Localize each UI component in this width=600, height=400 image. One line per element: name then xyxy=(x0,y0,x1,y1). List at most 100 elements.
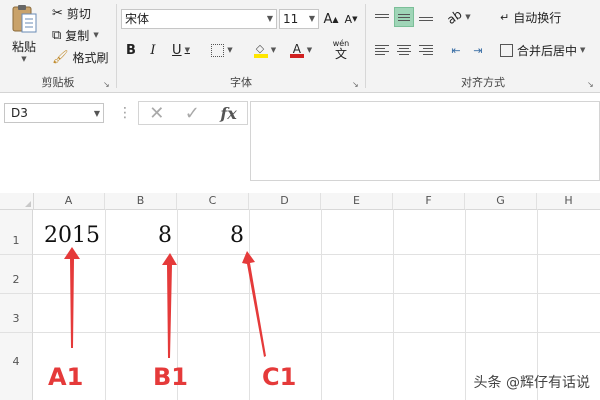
alignment-group-label: 对齐方式 xyxy=(461,76,505,89)
column-header[interactable]: E xyxy=(321,193,393,209)
align-right-button[interactable] xyxy=(416,40,436,60)
underline-button[interactable]: U ▼ xyxy=(167,40,195,60)
font-group-label: 字体 xyxy=(230,76,252,89)
font-size-select[interactable]: 11 ▼ xyxy=(279,9,319,29)
align-top-button[interactable] xyxy=(372,7,392,27)
column-gridline xyxy=(321,209,322,400)
chevron-down-icon: ▼ xyxy=(266,14,273,23)
select-all-button[interactable] xyxy=(0,193,34,209)
cancel-icon[interactable]: ✕ xyxy=(149,103,164,124)
annotation-label-b1: B1 xyxy=(153,363,188,391)
bold-icon: B xyxy=(126,42,136,58)
row-gridline xyxy=(33,293,600,294)
copy-button[interactable]: ⧉ 复制 ▼ xyxy=(52,25,99,45)
column-header-row: A B C D E F G H xyxy=(0,193,600,210)
phonetic-guide-button[interactable]: wén 文 xyxy=(327,36,355,64)
column-gridline xyxy=(393,209,394,400)
column-header[interactable]: G xyxy=(465,193,537,209)
font-name-value: 宋体 xyxy=(125,12,150,26)
alignment-launcher-icon[interactable]: ↘ xyxy=(587,80,596,89)
wrap-text-icon: ↵ xyxy=(500,10,510,24)
cell-a1[interactable]: 2015 xyxy=(44,223,100,248)
clipboard-icon xyxy=(10,4,38,34)
name-box-value: D3 xyxy=(11,106,28,120)
fill-color-button[interactable]: ◇ ▼ xyxy=(249,40,281,60)
formula-bar: D3 ▼ ⋮ ✕ ✓ fx xyxy=(0,93,600,193)
merge-cells-icon xyxy=(500,43,513,57)
cell-c1[interactable]: 8 xyxy=(230,223,244,248)
increase-indent-button[interactable]: ⇥ xyxy=(468,40,488,60)
orientation-button[interactable]: ab ▼ xyxy=(444,6,472,28)
copy-label: 复制 xyxy=(65,28,90,43)
copy-icon: ⧉ xyxy=(52,27,62,43)
row-header[interactable]: 3 xyxy=(0,294,33,333)
format-painter-button[interactable]: 🖌 格式刷 xyxy=(52,47,109,67)
increase-indent-icon: ⇥ xyxy=(473,43,483,57)
splitter-grip-icon[interactable]: ⋮ xyxy=(118,105,132,121)
row-gridline xyxy=(33,254,600,255)
decrease-indent-icon: ⇤ xyxy=(451,43,461,57)
italic-button[interactable]: I xyxy=(145,40,161,60)
chevron-down-icon: ▼ xyxy=(308,14,315,23)
underline-icon: U xyxy=(172,42,182,58)
column-header[interactable]: H xyxy=(537,193,600,209)
font-color-button[interactable]: A ▼ xyxy=(285,40,317,60)
row-header[interactable]: 4 xyxy=(0,333,33,400)
clipboard-group: 粘贴 ▼ ✂ 剪切 ⧉ 复制 ▼ 🖌 格式刷 剪贴板 ↘ xyxy=(0,0,116,92)
font-name-select[interactable]: 宋体 ▼ xyxy=(121,9,277,29)
row-header[interactable]: 1 xyxy=(0,210,33,255)
grow-font-button[interactable]: A ▲ xyxy=(323,9,339,29)
formula-input[interactable] xyxy=(250,101,600,181)
column-gridline xyxy=(465,209,466,400)
alignment-group: ab ▼ ↵ 自动换行 ⇤ ⇥ 合并后居中 ▼ 对齐方式 ↘ xyxy=(366,0,600,92)
orientation-icon: ab xyxy=(444,6,465,28)
name-box[interactable]: D3 ▼ xyxy=(4,103,104,123)
align-center-button[interactable] xyxy=(394,40,414,60)
font-color-icon: A xyxy=(289,42,304,58)
confirm-icon[interactable]: ✓ xyxy=(185,103,200,124)
insert-function-icon[interactable]: fx xyxy=(220,104,236,123)
ribbon: 粘贴 ▼ ✂ 剪切 ⧉ 复制 ▼ 🖌 格式刷 剪贴板 ↘ 宋体 ▼ 11 ▼ A xyxy=(0,0,600,93)
shrink-font-button[interactable]: A ▼ xyxy=(343,9,359,29)
cut-button[interactable]: ✂ 剪切 xyxy=(52,3,91,23)
formula-buttons: ✕ ✓ fx xyxy=(138,101,248,125)
font-launcher-icon[interactable]: ↘ xyxy=(352,80,361,89)
column-header[interactable]: C xyxy=(177,193,249,209)
align-middle-button[interactable] xyxy=(394,7,414,27)
cut-label: 剪切 xyxy=(66,6,91,21)
clipboard-launcher-icon[interactable]: ↘ xyxy=(103,80,112,89)
arrow-b1-icon xyxy=(162,253,177,358)
column-header[interactable]: B xyxy=(105,193,177,209)
bold-button[interactable]: B xyxy=(123,40,139,60)
paste-button[interactable]: 粘贴 ▼ xyxy=(6,4,42,63)
align-bottom-button[interactable] xyxy=(416,7,436,27)
clipboard-group-label: 剪贴板 xyxy=(41,76,75,89)
row-gridline xyxy=(33,332,600,333)
wrap-text-button[interactable]: ↵ 自动换行 xyxy=(500,7,580,27)
merge-center-button[interactable]: 合并后居中 ▼ xyxy=(500,40,596,60)
column-header[interactable]: A xyxy=(33,193,105,209)
annotation-label-a1: A1 xyxy=(48,363,84,391)
column-header[interactable]: D xyxy=(249,193,321,209)
annotation-label-c1: C1 xyxy=(262,363,297,391)
cell-b1[interactable]: 8 xyxy=(158,223,172,248)
decrease-indent-button[interactable]: ⇤ xyxy=(446,40,466,60)
wrap-text-label: 自动换行 xyxy=(513,10,562,25)
paste-dropdown-icon[interactable]: ▼ xyxy=(6,55,42,63)
chevron-down-icon: ▼ xyxy=(93,109,100,118)
fill-bucket-icon: ◇ xyxy=(253,42,268,58)
column-header[interactable]: F xyxy=(393,193,465,209)
borders-button[interactable]: ▼ xyxy=(207,40,237,60)
paste-label: 粘贴 xyxy=(11,40,36,54)
scissors-icon: ✂ xyxy=(52,5,63,21)
row-header[interactable]: 2 xyxy=(0,255,33,294)
italic-icon: I xyxy=(150,42,156,58)
shrink-font-icon: A xyxy=(344,12,353,26)
arrow-c1-icon xyxy=(242,251,266,357)
align-left-button[interactable] xyxy=(372,40,392,60)
watermark: 头条 @辉仔有话说 xyxy=(473,375,590,391)
font-size-value: 11 xyxy=(283,12,299,26)
copy-dropdown-icon[interactable]: ▼ xyxy=(93,31,98,39)
column-gridline xyxy=(105,209,106,400)
column-gridline xyxy=(249,209,250,400)
